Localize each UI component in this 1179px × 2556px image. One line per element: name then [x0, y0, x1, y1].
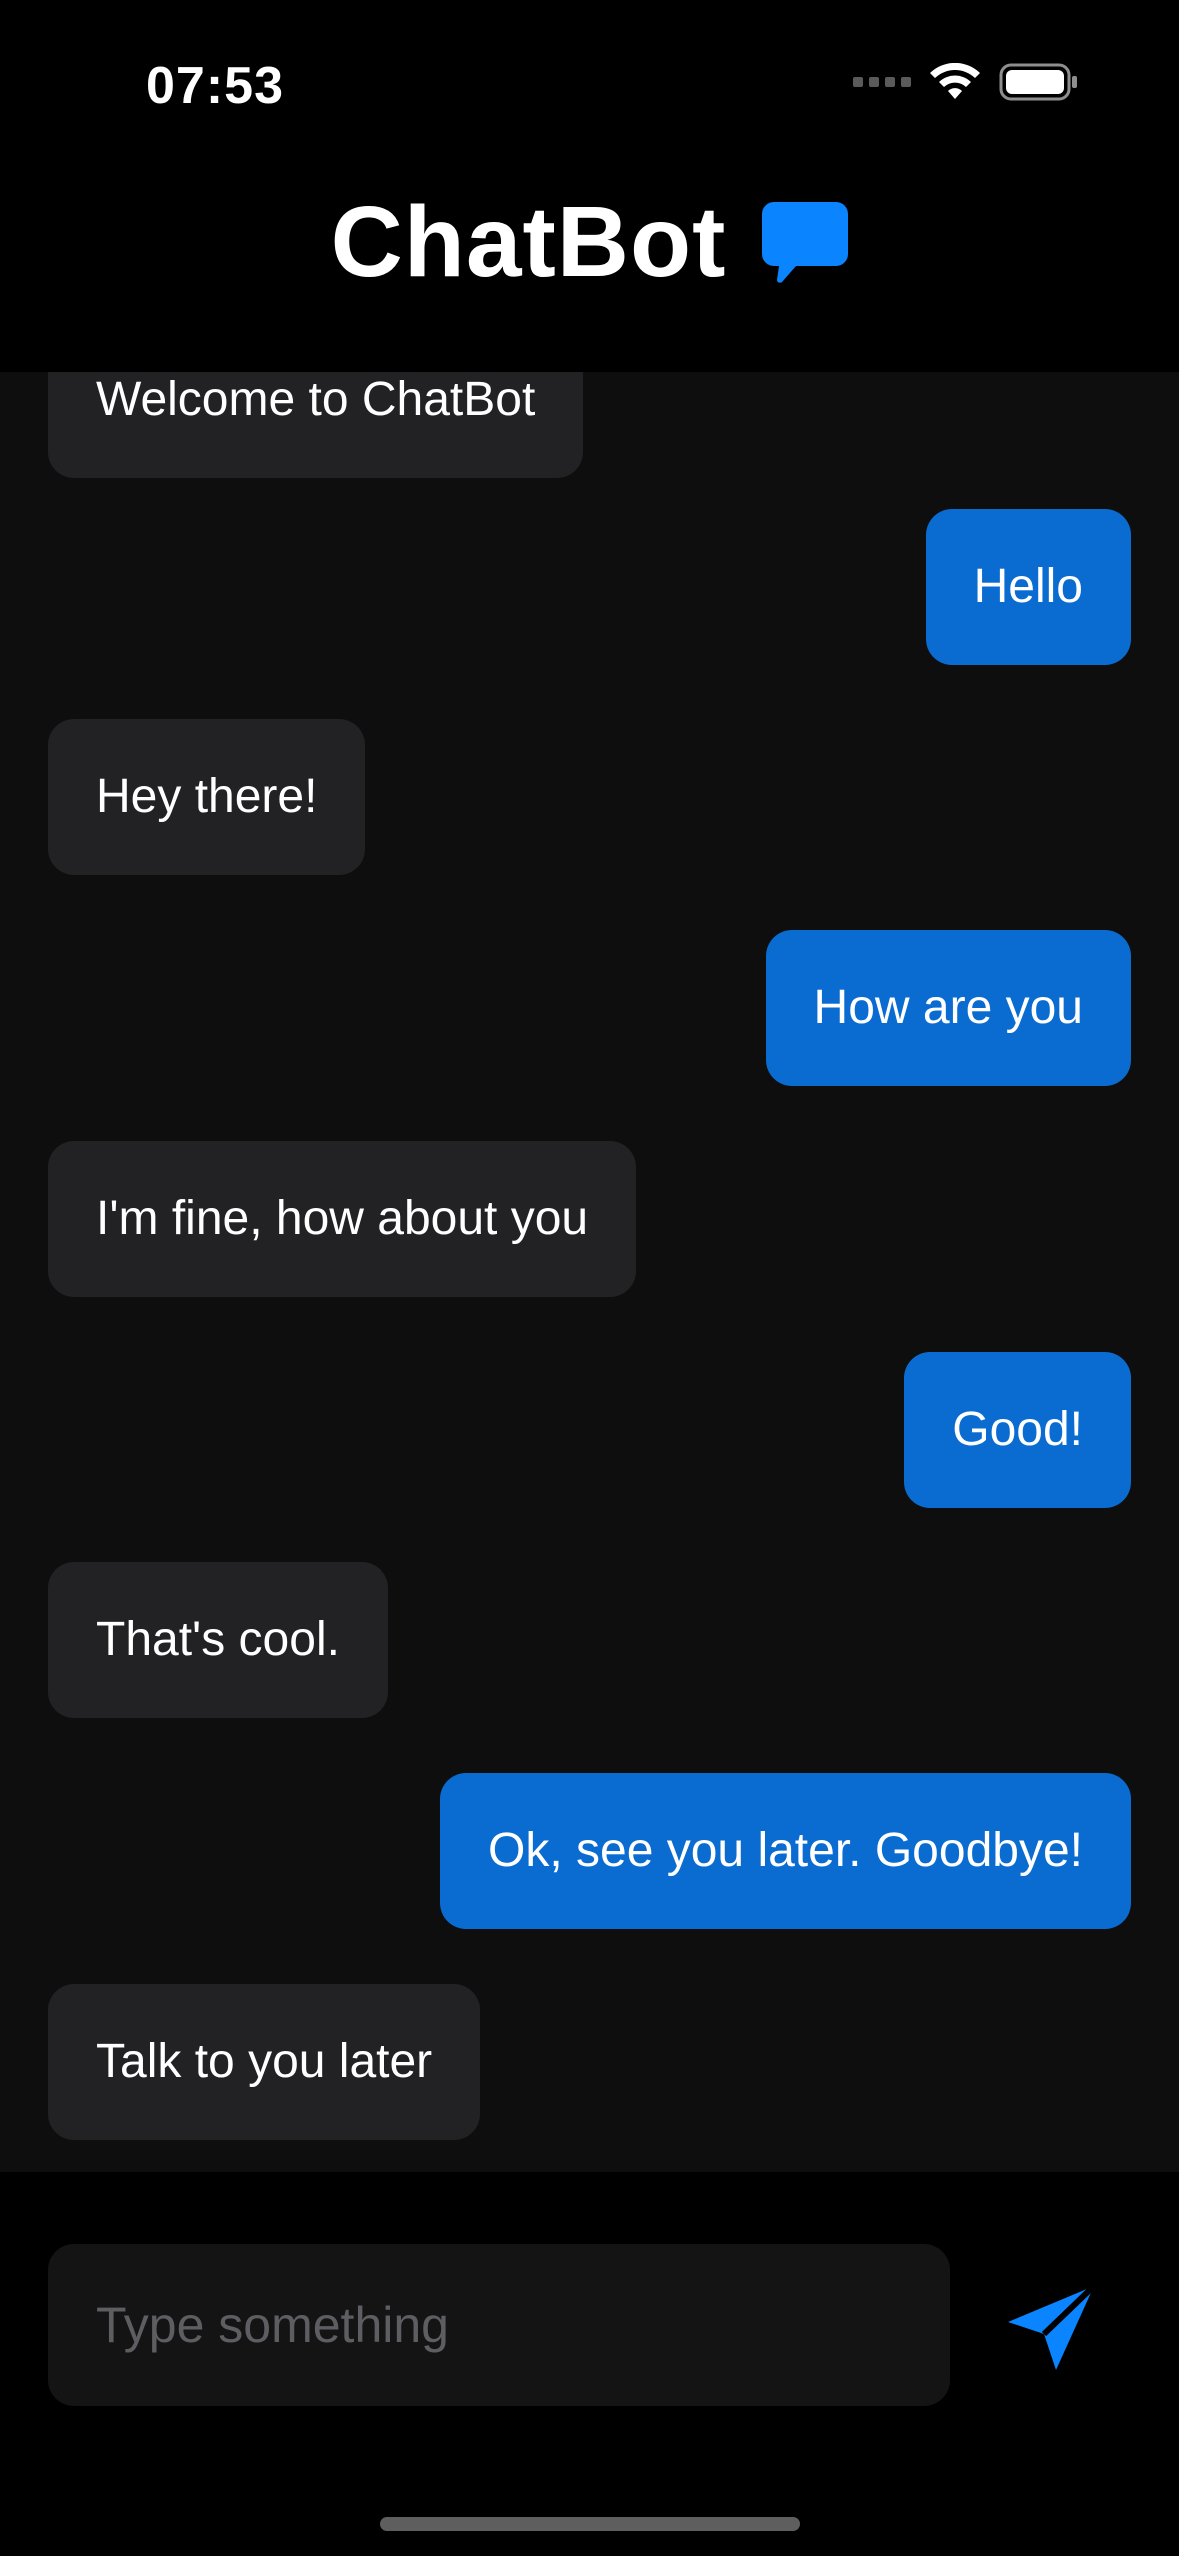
user-message: Hello — [925, 509, 1131, 665]
bot-message: Welcome to ChatBot — [48, 372, 584, 478]
wifi-icon — [930, 63, 980, 99]
app-header: ChatBot — [0, 175, 1179, 372]
send-button[interactable] — [1000, 2272, 1110, 2382]
battery-icon — [999, 63, 1077, 101]
message-input[interactable] — [48, 2244, 950, 2406]
user-message: Good! — [904, 1352, 1131, 1508]
status-time: 07:53 — [146, 57, 284, 115]
chat-bubble-icon — [762, 201, 849, 283]
status-bar: 07:53 — [0, 0, 1179, 175]
send-paper-plane-icon — [1008, 2283, 1097, 2370]
bot-message: Hey there! — [48, 719, 366, 875]
cellular-signal-icon — [853, 77, 911, 87]
status-icons — [853, 62, 1079, 102]
bot-message: That's cool. — [48, 1562, 388, 1718]
bot-message: I'm fine, how about you — [48, 1141, 637, 1297]
app-title: ChatBot — [330, 186, 727, 298]
user-message: How are you — [765, 930, 1131, 1086]
bot-message: Talk to you later — [48, 1984, 481, 2140]
chat-message-list[interactable]: Welcome to ChatBot Hello Hey there! How … — [0, 372, 1179, 2172]
home-indicator[interactable] — [380, 2517, 800, 2531]
user-message: Ok, see you later. Goodbye! — [439, 1773, 1131, 1929]
message-composer — [0, 2172, 1179, 2556]
